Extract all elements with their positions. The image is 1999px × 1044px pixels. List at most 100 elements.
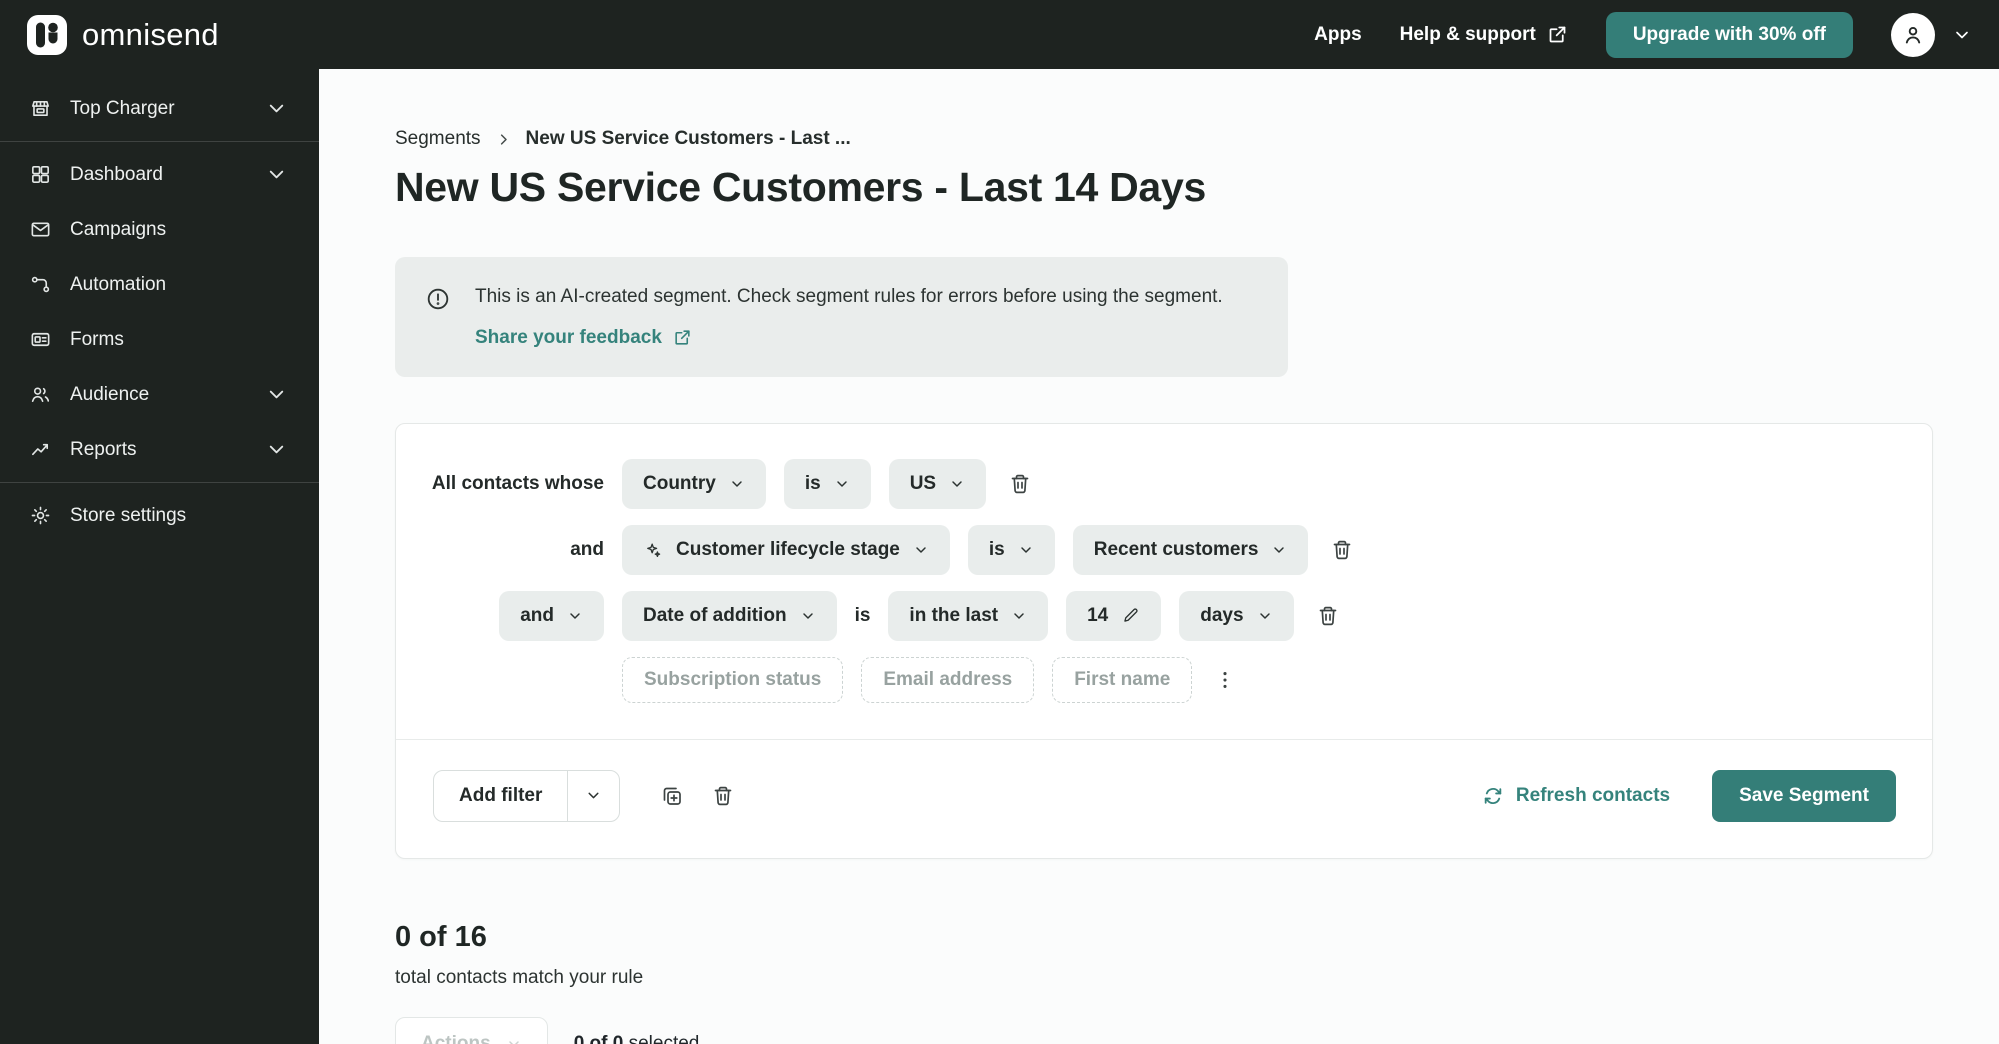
chevron-down-icon xyxy=(952,480,962,487)
sidebar-item-label: Top Charger xyxy=(70,97,175,119)
external-link-icon xyxy=(675,330,690,345)
rule-row-prefix: and xyxy=(396,590,622,641)
delete-rule-button[interactable] xyxy=(1008,472,1032,496)
workflow-icon xyxy=(31,276,50,293)
topbar-nav: Apps Help & support Upgrade with 30% off xyxy=(1314,11,1972,58)
chevron-down-icon xyxy=(570,612,580,619)
apps-link[interactable]: Apps xyxy=(1314,24,1362,46)
amount-value: 14 xyxy=(1087,604,1109,626)
top-bar: omnisend Apps Help & support Upgrade wit… xyxy=(0,0,1999,69)
delete-all-rules-button[interactable] xyxy=(711,784,735,808)
sidebar-item-forms[interactable]: Forms xyxy=(0,312,319,367)
sidebar-item-reports[interactable]: Reports xyxy=(0,422,319,477)
actions-label: Actions xyxy=(421,1032,491,1044)
breadcrumb-segments-link[interactable]: Segments xyxy=(395,128,481,150)
sidebar-item-store-settings[interactable]: Store settings xyxy=(0,488,319,543)
chevron-down-icon xyxy=(1021,546,1031,553)
unit-dropdown[interactable]: days xyxy=(1179,590,1294,641)
sidebar-item-automation[interactable]: Automation xyxy=(0,257,319,312)
rule-row-suggestions: Subscription status Email address First … xyxy=(396,656,1932,703)
rule-pills: Country is US xyxy=(622,458,987,509)
sidebar-item-label: Audience xyxy=(70,383,150,405)
sidebar-item-campaigns[interactable]: Campaigns xyxy=(0,202,319,257)
sidebar-item-store[interactable]: Top Charger xyxy=(0,81,319,136)
suggestion-email-address[interactable]: Email address xyxy=(861,656,1035,703)
connector-dropdown[interactable]: and xyxy=(499,590,604,641)
range-label: in the last xyxy=(909,604,999,626)
rule-row-date-added: and Date of addition is in the last 14 d… xyxy=(396,590,1932,641)
match-count-caption: total contacts match your rule xyxy=(395,966,644,988)
delete-rule-button[interactable] xyxy=(1316,604,1340,628)
range-dropdown[interactable]: in the last xyxy=(888,590,1049,641)
amount-input[interactable]: 14 xyxy=(1066,590,1162,641)
chevron-down-icon xyxy=(732,480,742,487)
value-dropdown-lifecycle[interactable]: Recent customers xyxy=(1072,524,1309,575)
share-feedback-link[interactable]: Share your feedback xyxy=(475,327,692,349)
refresh-icon xyxy=(1484,787,1502,804)
add-filter-dropdown-toggle[interactable] xyxy=(567,770,619,821)
field-label: Customer lifecycle stage xyxy=(676,538,900,560)
rules-footer-bar: Add filter Refresh contacts Save Segment xyxy=(396,740,1932,858)
connector-label: and xyxy=(520,604,554,626)
chevron-down-icon xyxy=(1274,546,1285,553)
chevron-down-icon xyxy=(269,170,284,179)
ai-segment-banner: This is an AI-created segment. Check seg… xyxy=(395,257,1288,377)
refresh-contacts-button[interactable]: Refresh contacts xyxy=(1482,785,1670,807)
info-icon xyxy=(427,288,449,310)
sidebar-divider xyxy=(0,141,319,142)
connector-label: and xyxy=(570,538,604,560)
sidebar-item-label: Reports xyxy=(70,438,137,460)
help-support-link[interactable]: Help & support xyxy=(1400,24,1568,46)
operator-label: is xyxy=(804,472,821,494)
field-dropdown-country[interactable]: Country xyxy=(622,458,766,509)
field-label: Country xyxy=(643,472,716,494)
field-dropdown-lifecycle[interactable]: Customer lifecycle stage xyxy=(622,524,950,575)
chevron-down-icon xyxy=(1014,612,1024,619)
trend-chart-icon xyxy=(32,443,49,456)
chevron-down-icon xyxy=(588,792,599,799)
chevron-down-icon xyxy=(508,1040,519,1044)
account-menu[interactable] xyxy=(1891,12,1972,57)
dashboard-grid-icon xyxy=(32,166,49,183)
breadcrumb: Segments New US Service Customers - Last… xyxy=(395,128,1999,150)
envelope-icon xyxy=(31,222,50,237)
sidebar-item-dashboard[interactable]: Dashboard xyxy=(0,147,319,202)
chevron-down-icon xyxy=(269,445,284,454)
add-filter-button[interactable]: Add filter xyxy=(434,771,567,821)
operator-label: is xyxy=(988,538,1005,560)
banner-message: This is an AI-created segment. Check seg… xyxy=(475,286,1223,307)
value-label: Recent customers xyxy=(1093,538,1259,560)
help-support-label: Help & support xyxy=(1399,23,1536,45)
trash-icon xyxy=(1319,606,1336,625)
suggestion-first-name[interactable]: First name xyxy=(1052,656,1193,703)
segment-rules-card: All contacts whose Country is US and Cus… xyxy=(395,422,1933,859)
chevron-down-icon xyxy=(836,480,847,487)
refresh-contacts-label: Refresh contacts xyxy=(1515,784,1671,806)
more-suggestions-button[interactable] xyxy=(1214,669,1236,691)
operator-dropdown[interactable]: is xyxy=(967,524,1055,575)
rule-row-lifecycle: and Customer lifecycle stage is Recent c… xyxy=(396,524,1932,575)
suggestion-subscription-status[interactable]: Subscription status xyxy=(622,656,844,703)
field-dropdown-date-of-addition[interactable]: Date of addition xyxy=(622,590,837,641)
storefront-icon xyxy=(32,100,49,117)
actions-dropdown[interactable]: Actions xyxy=(395,1016,548,1044)
value-label: US xyxy=(909,472,937,494)
sidebar-divider xyxy=(0,482,319,483)
delete-rule-button[interactable] xyxy=(1330,538,1354,562)
sidebar-item-audience[interactable]: Audience xyxy=(0,367,319,422)
value-dropdown-country[interactable]: US xyxy=(888,458,987,509)
save-segment-button[interactable]: Save Segment xyxy=(1712,769,1896,822)
kebab-menu-icon xyxy=(1223,671,1227,688)
rule-pills: Customer lifecycle stage is Recent custo… xyxy=(622,524,1309,575)
actions-row: Actions 0 of 0 selected xyxy=(395,1016,1999,1044)
sidebar-item-label: Automation xyxy=(70,273,167,295)
breadcrumb-current: New US Service Customers - Last ... xyxy=(525,128,851,149)
share-feedback-label: Share your feedback xyxy=(475,326,662,348)
duplicate-rules-button[interactable] xyxy=(660,784,684,808)
selected-count-text: 0 of 0 selected xyxy=(574,1033,700,1044)
omnisend-logo[interactable]: omnisend xyxy=(27,14,219,55)
sidebar: Top Charger Dashboard Campaigns Automati… xyxy=(0,69,319,1044)
upgrade-button[interactable]: Upgrade with 30% off xyxy=(1605,11,1853,58)
duplicate-plus-icon xyxy=(664,787,682,805)
operator-dropdown[interactable]: is xyxy=(783,458,871,509)
